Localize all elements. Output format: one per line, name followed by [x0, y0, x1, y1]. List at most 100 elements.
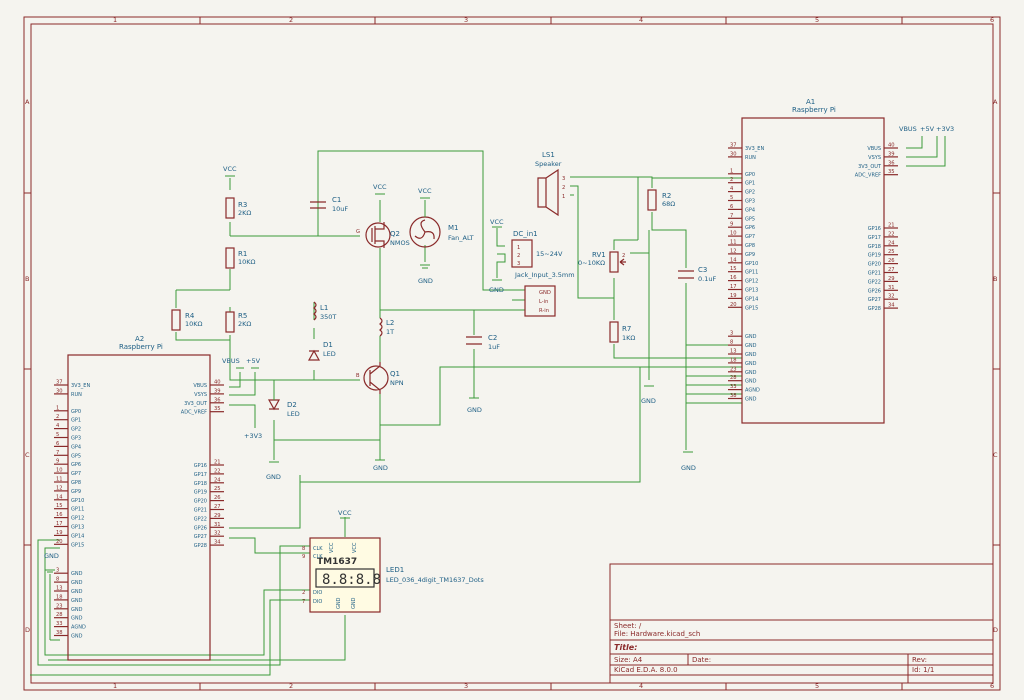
led1-pin8: 8 — [302, 546, 305, 552]
pin-name: GP27 — [194, 534, 207, 540]
pin-name: GP1 — [71, 418, 81, 424]
resistor-r3[interactable]: R3 2KΩ — [225, 197, 251, 219]
capacitor-c1[interactable]: C1 10uF — [310, 196, 348, 213]
led-d2[interactable]: D2 LED — [267, 380, 300, 418]
pin-number: 1 — [56, 405, 59, 411]
pin-name: GP21 — [194, 508, 207, 514]
dcin-rating: 15~24V — [536, 250, 563, 258]
a1-value: Raspberry Pi — [792, 106, 836, 114]
led-d1[interactable]: D1 LED — [307, 341, 336, 361]
pin-name: GP11 — [71, 507, 84, 513]
c3-value: 0.1uF — [698, 275, 716, 283]
pin-number: 7 — [730, 213, 733, 219]
pin-number: 28 — [56, 612, 63, 618]
resistor-r2[interactable]: R2 68Ω — [647, 189, 675, 211]
transistor-q1[interactable]: B Q1 NPN — [356, 362, 404, 394]
a2-raspberry-pi[interactable]: A2 Raspberry Pi 373V3_EN30RUN1GP02GP14GP… — [54, 335, 224, 661]
m1-ref: M1 — [448, 224, 459, 232]
pin-number: 24 — [888, 240, 895, 246]
pin-number: 19 — [730, 293, 737, 299]
pin-name: GP5 — [71, 453, 81, 459]
pin-name: GP2 — [71, 427, 81, 433]
display-led1[interactable]: TM1637 8.8:8.8 CLK CLK DIO DIO 8 9 2 7 V… — [302, 537, 484, 613]
a1-ref: A1 — [806, 98, 815, 106]
pin-name: VSYS — [194, 392, 207, 398]
vcc-label: VCC — [223, 165, 237, 173]
pin-name: GP10 — [745, 261, 758, 267]
fan-m1[interactable]: M1 Fan_ALT — [409, 200, 474, 248]
tb-title: Title: — [614, 643, 637, 652]
pin-name: GP19 — [194, 490, 207, 496]
c1-value: 10uF — [332, 205, 348, 213]
vbus-label: VBUS — [899, 125, 917, 133]
pin-name: GND — [745, 343, 757, 349]
inductor-l2[interactable]: L2 1T — [379, 317, 394, 337]
pin-name: GP1 — [745, 181, 755, 187]
zone-col-label: 5 — [815, 16, 819, 24]
pin-number: 35 — [214, 406, 221, 412]
pin-number: 11 — [56, 477, 63, 483]
pin-name: VBUS — [867, 146, 881, 152]
led1-gnd-a: GND — [336, 597, 342, 609]
l2-ref: L2 — [386, 319, 394, 327]
q2-value: NMOS — [390, 239, 410, 247]
pin-number: 8 — [56, 577, 59, 583]
pin-name: GP13 — [745, 288, 758, 294]
gnd-label: GND — [641, 397, 656, 405]
led1-pin7-name: DIO — [313, 599, 322, 605]
pin-name: GP15 — [71, 542, 84, 548]
zone-col-label: 3 — [464, 16, 468, 24]
tb-size: Size: A4 — [614, 656, 643, 664]
pin-name: GP14 — [71, 533, 84, 539]
r2-ref: R2 — [662, 192, 671, 200]
resistor-r7[interactable]: R7 1KΩ — [609, 321, 635, 343]
zone-row-label: A — [993, 98, 998, 106]
resistor-r4[interactable]: R4 10KΩ — [171, 309, 203, 331]
resistor-r1[interactable]: R1 10KΩ — [225, 247, 256, 269]
a1-raspberry-pi[interactable]: A1 Raspberry Pi 373V3_EN30RUN1GP02GP14GP… — [728, 98, 898, 424]
r3-value: 2KΩ — [238, 209, 251, 217]
pin-number: 40 — [214, 380, 221, 386]
q1-ref: Q1 — [390, 370, 400, 378]
zone-row-label: B — [25, 275, 29, 283]
q1-base-label: B — [356, 373, 360, 379]
pin-number: 12 — [56, 485, 63, 491]
tb-rev: Rev: — [912, 656, 927, 664]
capacitor-c3[interactable]: C3 0.1uF — [678, 266, 716, 283]
pin-name: GP10 — [71, 498, 84, 504]
zone-col-label: 2 — [289, 16, 293, 24]
m1-value: Fan_ALT — [448, 234, 474, 242]
r1-value: 10KΩ — [238, 258, 256, 266]
d1-ref: D1 — [323, 341, 333, 349]
inductor-l1[interactable]: L1 350T — [313, 301, 336, 321]
pin-name: GP9 — [745, 252, 755, 258]
led1-pin2: 2 — [302, 590, 305, 596]
zone-row-label: D — [25, 626, 30, 634]
a2-left-pins: 37 3V3_EN 30 RUN 1 GP0 2 GP14 GP2 5 GP3 6 GP4 7 GP5 9 GP… — [54, 380, 90, 640]
rv1-pin: 2 — [622, 253, 625, 259]
speaker-ls1[interactable]: 3 2 1 LS1 Speaker — [535, 151, 565, 217]
pin-name: GP8 — [71, 480, 81, 486]
pin-name: VSYS — [868, 155, 881, 161]
pin-name: GP17 — [194, 472, 207, 478]
pin-name: GND — [71, 580, 83, 586]
resistor-r5[interactable]: R5 2KΩ — [225, 311, 251, 333]
jack-dc-in1[interactable]: 1 2 3 DC_in1 15~24V Jack_Input_3.5mm GND… — [511, 230, 575, 317]
led1-gnd-b: GND — [351, 597, 357, 609]
pin-number: 33 — [730, 384, 737, 390]
capacitor-c2[interactable]: C2 1uF — [466, 334, 500, 351]
jack-pin-gnd: GND — [539, 290, 551, 296]
pin-number: 18 — [56, 594, 63, 600]
potentiometer-rv1[interactable]: 2 RV1 0~10KΩ — [578, 251, 626, 273]
led1-pin2-name: DIO — [313, 590, 322, 596]
pin-name: GP12 — [71, 516, 84, 522]
pin-name: GND — [71, 571, 83, 577]
pin-number: 13 — [56, 586, 63, 592]
dcin-pin-1: 1 — [517, 245, 520, 251]
pin-number: 32 — [214, 531, 221, 537]
pin-name: ADC_VREF — [181, 410, 207, 416]
d2-value: LED — [287, 410, 300, 418]
pin-number: 37 — [56, 380, 63, 386]
transistor-q2[interactable]: G Q2 NMOS — [356, 222, 410, 248]
pin-name: GP17 — [868, 235, 881, 241]
